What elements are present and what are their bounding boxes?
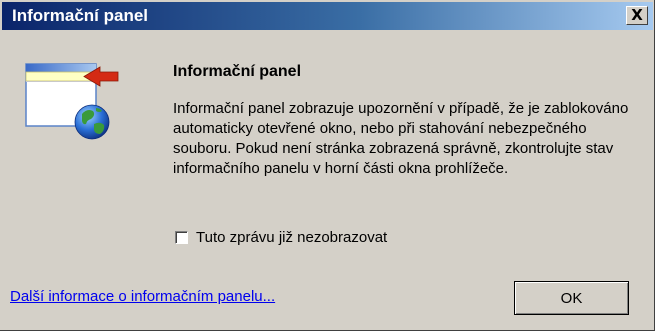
more-info-link[interactable]: Další informace o informačním panelu... xyxy=(10,288,275,305)
globe-icon xyxy=(74,104,110,140)
ok-button-label: OK xyxy=(560,289,583,307)
info-bar-illustration xyxy=(25,63,119,140)
dont-show-again-label[interactable]: Tuto zprávu již nezobrazovat xyxy=(196,229,387,246)
close-button[interactable]: X xyxy=(626,6,648,25)
dialog-heading: Informační panel xyxy=(173,63,302,80)
window-title: Informační panel xyxy=(12,6,149,25)
title-bar[interactable]: Informační panel X xyxy=(2,2,653,30)
dialog-description: Informační panel zobrazuje upozornění v … xyxy=(173,100,629,177)
close-icon: X xyxy=(631,6,643,24)
dont-show-again-checkbox[interactable] xyxy=(175,231,188,244)
dont-show-again-option[interactable]: Tuto zprávu již nezobrazovat xyxy=(175,229,387,246)
ok-button[interactable]: OK xyxy=(514,281,629,315)
dialog-window: Informační panel X Informační panel Info… xyxy=(0,0,655,331)
